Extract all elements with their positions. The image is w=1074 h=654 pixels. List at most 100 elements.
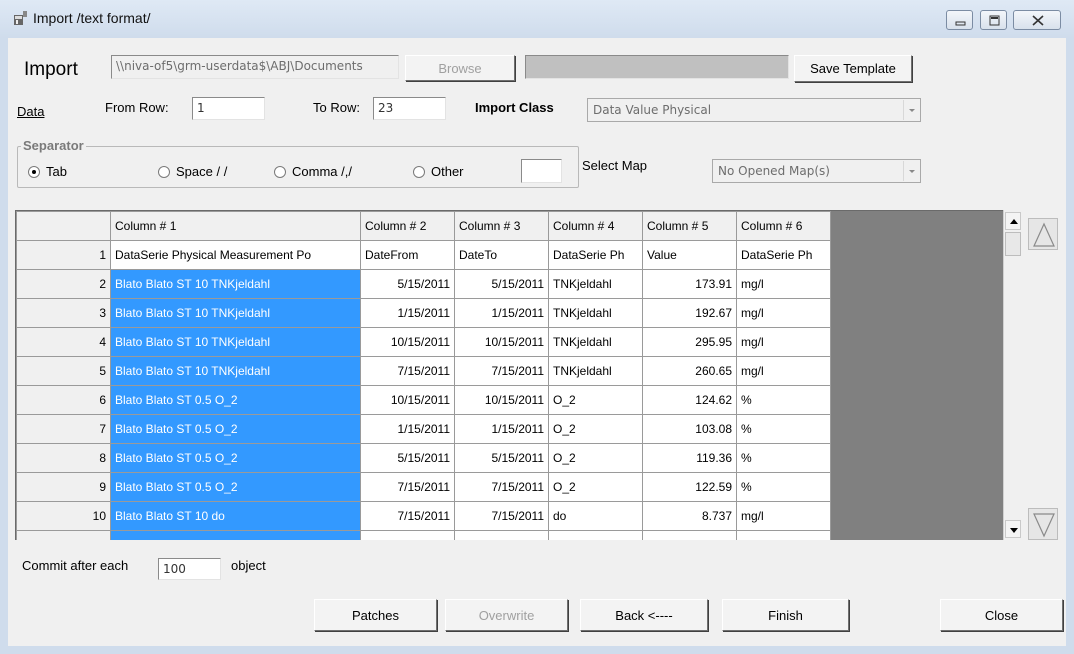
table-cell[interactable]: 10/15/2011 bbox=[454, 327, 549, 357]
table-cell[interactable]: mg/l bbox=[736, 327, 831, 357]
table-row[interactable]: 3 Blato Blato ST 10 TNKjeldahl 1/15/2011… bbox=[16, 298, 831, 328]
close-button[interactable]: Close bbox=[940, 599, 1063, 631]
table-cell[interactable] bbox=[360, 530, 455, 540]
column-header[interactable]: Column # 1 bbox=[110, 211, 361, 241]
table-row[interactable]: 8 Blato Blato ST 0.5 O_2 5/15/2011 5/15/… bbox=[16, 443, 831, 473]
table-cell[interactable]: O_2 bbox=[548, 414, 643, 444]
table-cell[interactable]: 10/15/2011 bbox=[360, 327, 455, 357]
minimize-button[interactable] bbox=[946, 10, 973, 30]
radio-other[interactable]: Other bbox=[413, 164, 464, 179]
table-cell[interactable]: % bbox=[736, 414, 831, 444]
table-cell[interactable]: 192.67 bbox=[642, 298, 737, 328]
to-row-field[interactable]: 23 bbox=[373, 97, 446, 120]
table-cell[interactable]: 295.95 bbox=[642, 327, 737, 357]
table-cell[interactable]: TNKjeldahl bbox=[548, 356, 643, 386]
table-cell[interactable]: mg/l bbox=[736, 269, 831, 299]
save-template-button[interactable]: Save Template bbox=[794, 55, 912, 82]
other-separator-field[interactable] bbox=[521, 159, 562, 183]
table-cell[interactable]: 119.36 bbox=[642, 443, 737, 473]
table-cell[interactable]: 7/15/2011 bbox=[360, 472, 455, 502]
table-cell[interactable]: 5/15/2011 bbox=[360, 269, 455, 299]
table-cell[interactable]: Blato Blato ST 10 TNKjeldahl bbox=[110, 356, 361, 386]
radio-space[interactable]: Space / / bbox=[158, 164, 227, 179]
table-cell[interactable]: DateFrom bbox=[360, 240, 455, 270]
table-cell[interactable]: 1/15/2011 bbox=[360, 298, 455, 328]
table-row[interactable]: 1 DataSerie Physical Measurement Po Date… bbox=[16, 240, 831, 270]
table-cell[interactable]: 124.62 bbox=[642, 385, 737, 415]
radio-comma[interactable]: Comma /,/ bbox=[274, 164, 352, 179]
table-cell[interactable]: Blato Blato ST 0.5 O_2 bbox=[110, 443, 361, 473]
grid-scrollbar[interactable] bbox=[1003, 210, 1022, 540]
table-cell[interactable]: 5/15/2011 bbox=[454, 269, 549, 299]
move-up-button[interactable] bbox=[1028, 218, 1058, 250]
column-header[interactable]: Column # 3 bbox=[454, 211, 549, 241]
browse-button[interactable]: Browse bbox=[405, 55, 515, 81]
table-cell[interactable]: 8.737 bbox=[642, 501, 737, 531]
table-cell[interactable]: TNKjeldahl bbox=[548, 327, 643, 357]
table-cell[interactable]: 103.08 bbox=[642, 414, 737, 444]
table-cell[interactable]: mg/l bbox=[736, 501, 831, 531]
table-cell[interactable]: mg/l bbox=[736, 298, 831, 328]
patches-button[interactable]: Patches bbox=[314, 599, 437, 631]
table-cell[interactable]: 7/15/2011 bbox=[454, 472, 549, 502]
table-cell[interactable]: 10/15/2011 bbox=[454, 385, 549, 415]
table-cell[interactable]: TNKjeldahl bbox=[548, 298, 643, 328]
table-cell[interactable]: 10/15/2011 bbox=[360, 385, 455, 415]
table-cell[interactable] bbox=[110, 530, 361, 540]
back-button[interactable]: Back <---- bbox=[580, 599, 708, 631]
table-row[interactable]: 2 Blato Blato ST 10 TNKjeldahl 5/15/2011… bbox=[16, 269, 831, 299]
table-cell[interactable]: DataSerie Physical Measurement Po bbox=[110, 240, 361, 270]
table-cell[interactable]: 5/15/2011 bbox=[454, 443, 549, 473]
table-cell[interactable]: Blato Blato ST 0.5 O_2 bbox=[110, 414, 361, 444]
table-cell[interactable]: DateTo bbox=[454, 240, 549, 270]
table-cell[interactable]: O_2 bbox=[548, 385, 643, 415]
table-cell[interactable]: Blato Blato ST 0.5 O_2 bbox=[110, 385, 361, 415]
table-cell[interactable]: Blato Blato ST 0.5 O_2 bbox=[110, 472, 361, 502]
table-cell[interactable]: 5/15/2011 bbox=[360, 443, 455, 473]
table-cell[interactable]: 173.91 bbox=[642, 269, 737, 299]
table-cell[interactable]: 1/15/2011 bbox=[454, 414, 549, 444]
table-cell[interactable]: O_2 bbox=[548, 443, 643, 473]
table-cell[interactable]: 122.59 bbox=[642, 472, 737, 502]
table-cell[interactable]: 260.65 bbox=[642, 356, 737, 386]
table-cell[interactable]: Blato Blato ST 10 do bbox=[110, 501, 361, 531]
scroll-down-button[interactable] bbox=[1005, 520, 1021, 538]
import-class-select[interactable]: Data Value Physical bbox=[587, 98, 921, 122]
table-cell[interactable]: % bbox=[736, 443, 831, 473]
table-cell[interactable]: Blato Blato ST 10 TNKjeldahl bbox=[110, 269, 361, 299]
table-cell[interactable]: DataSerie Ph bbox=[548, 240, 643, 270]
table-cell[interactable]: 1/15/2011 bbox=[454, 298, 549, 328]
table-cell[interactable]: 1/15/2011 bbox=[360, 414, 455, 444]
table-cell[interactable]: TNKjeldahl bbox=[548, 269, 643, 299]
data-link[interactable]: Data bbox=[17, 104, 44, 119]
table-cell[interactable]: DataSerie Ph bbox=[736, 240, 831, 270]
column-header[interactable]: Column # 4 bbox=[548, 211, 643, 241]
table-row[interactable] bbox=[16, 530, 831, 540]
table-cell[interactable]: 7/15/2011 bbox=[360, 501, 455, 531]
table-row[interactable]: 10 Blato Blato ST 10 do 7/15/2011 7/15/2… bbox=[16, 501, 831, 531]
scroll-up-button[interactable] bbox=[1005, 212, 1021, 230]
table-cell[interactable]: mg/l bbox=[736, 356, 831, 386]
table-row[interactable]: 4 Blato Blato ST 10 TNKjeldahl 10/15/201… bbox=[16, 327, 831, 357]
table-row[interactable]: 9 Blato Blato ST 0.5 O_2 7/15/2011 7/15/… bbox=[16, 472, 831, 502]
table-cell[interactable]: 7/15/2011 bbox=[454, 501, 549, 531]
finish-button[interactable]: Finish bbox=[722, 599, 849, 631]
table-cell[interactable]: Value bbox=[642, 240, 737, 270]
column-header[interactable]: Column # 2 bbox=[360, 211, 455, 241]
table-row[interactable]: 6 Blato Blato ST 0.5 O_2 10/15/2011 10/1… bbox=[16, 385, 831, 415]
table-row[interactable]: 5 Blato Blato ST 10 TNKjeldahl 7/15/2011… bbox=[16, 356, 831, 386]
table-cell[interactable] bbox=[642, 530, 737, 540]
data-grid[interactable]: Column # 1 Column # 2 Column # 3 Column … bbox=[15, 210, 1005, 540]
table-cell[interactable]: 7/15/2011 bbox=[454, 356, 549, 386]
table-row[interactable]: 7 Blato Blato ST 0.5 O_2 1/15/2011 1/15/… bbox=[16, 414, 831, 444]
table-cell[interactable]: 7/15/2011 bbox=[360, 356, 455, 386]
maximize-button[interactable] bbox=[980, 10, 1007, 30]
move-down-button[interactable] bbox=[1028, 508, 1058, 540]
column-header[interactable]: Column # 5 bbox=[642, 211, 737, 241]
table-cell[interactable]: do bbox=[548, 501, 643, 531]
table-cell[interactable]: Blato Blato ST 10 TNKjeldahl bbox=[110, 298, 361, 328]
table-cell[interactable] bbox=[736, 530, 831, 540]
table-cell[interactable] bbox=[454, 530, 549, 540]
scroll-thumb[interactable] bbox=[1005, 232, 1021, 256]
map-select[interactable]: No Opened Map(s) bbox=[712, 159, 921, 183]
